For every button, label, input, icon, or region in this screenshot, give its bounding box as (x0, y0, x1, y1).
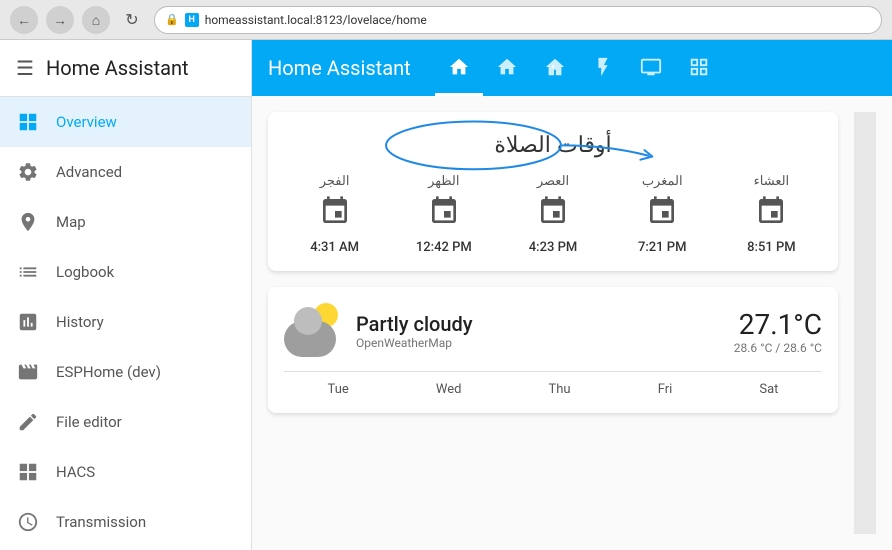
prayer-icon-fajr (319, 195, 351, 234)
map-icon (16, 211, 40, 233)
home-button[interactable]: ⌂ (82, 6, 110, 34)
top-bar-title: Home Assistant (268, 56, 411, 80)
address-bar[interactable]: 🔒 homeassistant.local:8123/lovelace/home (154, 6, 882, 34)
weather-day-tue: Tue (328, 382, 349, 397)
prayer-title: أوقات الصلاة (494, 132, 611, 157)
back-button[interactable]: ← (10, 6, 38, 34)
weather-condition: Partly cloudy (356, 312, 718, 336)
prayer-maghrib: المغرب 7:21 PM (612, 174, 713, 255)
sidebar-item-advanced[interactable]: Advanced (0, 147, 251, 197)
sidebar-title: Home Assistant (46, 56, 189, 80)
weather-day-sat: Sat (759, 382, 778, 397)
weather-icon-container (284, 303, 340, 359)
weather-temp-container: 27.1°C 28.6 °C / 28.6 °C (734, 308, 822, 355)
top-bar: Home Assistant (252, 40, 892, 96)
weather-card: Partly cloudy OpenWeatherMap 27.1°C 28.6… (268, 287, 838, 413)
weather-day-wed: Wed (436, 382, 462, 397)
advanced-icon (16, 161, 40, 183)
sidebar-nav: Overview Advanced Map Logb (0, 97, 251, 550)
sidebar-item-label-esphome: ESPHome (dev) (56, 363, 161, 381)
prayer-times-grid: الفجر 4:31 AM الظهر 12:42 (284, 174, 822, 255)
cards-column: أوقات الصلاة الفجر 4:31 AM (268, 112, 838, 534)
tab-home[interactable] (435, 40, 483, 96)
overview-icon (16, 111, 40, 133)
weather-day-thu: Thu (549, 382, 571, 397)
forward-button[interactable]: → (46, 6, 74, 34)
sidebar-item-overview[interactable]: Overview (0, 97, 251, 147)
logbook-icon (16, 261, 40, 283)
sidebar-item-label-file-editor: File editor (56, 413, 122, 431)
tab-icons (435, 40, 723, 96)
browser-chrome: ← → ⌂ ↻ 🔒 homeassistant.local:8123/lovel… (0, 0, 892, 40)
cloud-shape (284, 321, 336, 357)
history-icon (16, 311, 40, 333)
lock-icon: 🔒 (165, 13, 179, 26)
prayer-icon-dhuhr (428, 195, 460, 234)
weather-range: 28.6 °C / 28.6 °C (734, 341, 822, 355)
favicon (185, 13, 199, 27)
prayer-dhuhr: الظهر 12:42 PM (393, 174, 494, 255)
weather-days: Tue Wed Thu Fri Sat (284, 371, 822, 397)
prayer-time-maghrib: 7:21 PM (638, 240, 687, 255)
prayer-name-fajr: الفجر (320, 174, 350, 189)
prayer-icon-maghrib (646, 195, 678, 234)
sidebar-item-label-transmission: Transmission (56, 513, 146, 531)
sidebar-item-label-overview: Overview (56, 113, 117, 131)
prayer-fajr: الفجر 4:31 AM (284, 174, 385, 255)
right-panel-label: Fro (854, 122, 876, 145)
weather-main: Partly cloudy OpenWeatherMap 27.1°C 28.6… (284, 303, 822, 359)
tab-kitchen[interactable] (579, 40, 627, 96)
sidebar-item-hacs[interactable]: HACS (0, 447, 251, 497)
prayer-icon-asr (537, 195, 569, 234)
right-panel: Fro (854, 112, 876, 534)
sidebar-item-label-map: Map (56, 213, 86, 231)
prayer-isha: العشاء 8:51 PM (721, 174, 822, 255)
prayer-name-dhuhr: الظهر (428, 174, 459, 189)
weather-temperature: 27.1°C (734, 308, 822, 341)
sidebar-item-label-hacs: HACS (56, 463, 95, 481)
hamburger-icon[interactable]: ☰ (16, 56, 34, 80)
prayer-title-row: أوقات الصلاة (284, 132, 822, 158)
sidebar-header: ☰ Home Assistant (0, 40, 251, 97)
prayer-name-asr: العصر (537, 174, 569, 189)
sidebar-item-label-history: History (56, 313, 104, 331)
reload-button[interactable]: ↻ (118, 6, 146, 34)
hacs-icon (16, 461, 40, 483)
sidebar-item-esphome[interactable]: ESPHome (dev) (0, 347, 251, 397)
sidebar-item-label-logbook: Logbook (56, 263, 114, 281)
prayer-card: أوقات الصلاة الفجر 4:31 AM (268, 112, 838, 271)
esphome-icon (16, 361, 40, 383)
prayer-time-isha: 8:51 PM (747, 240, 796, 255)
sidebar-item-logbook[interactable]: Logbook (0, 247, 251, 297)
prayer-time-dhuhr: 12:42 PM (416, 240, 472, 255)
weather-source: OpenWeatherMap (356, 336, 718, 350)
sidebar-item-map[interactable]: Map (0, 197, 251, 247)
tab-grid[interactable] (675, 40, 723, 96)
tab-house[interactable] (531, 40, 579, 96)
prayer-name-maghrib: المغرب (642, 174, 683, 189)
prayer-asr: العصر 4:23 PM (502, 174, 603, 255)
prayer-name-isha: العشاء (754, 174, 790, 189)
sidebar-item-transmission[interactable]: Transmission (0, 497, 251, 547)
weather-info: Partly cloudy OpenWeatherMap (356, 312, 718, 350)
sidebar-item-label-advanced: Advanced (56, 163, 122, 181)
url-text: homeassistant.local:8123/lovelace/home (205, 13, 427, 27)
prayer-time-asr: 4:23 PM (529, 240, 578, 255)
weather-day-fri: Fri (658, 382, 673, 397)
sidebar: ☰ Home Assistant Overview Advanced (0, 40, 252, 550)
file-editor-icon (16, 411, 40, 433)
tab-monitor[interactable] (627, 40, 675, 96)
tab-person[interactable] (483, 40, 531, 96)
sidebar-item-file-editor[interactable]: File editor (0, 397, 251, 447)
prayer-icon-isha (755, 195, 787, 234)
prayer-time-fajr: 4:31 AM (310, 240, 359, 255)
transmission-icon (16, 511, 40, 533)
app-layout: ☰ Home Assistant Overview Advanced (0, 40, 892, 550)
content-area: أوقات الصلاة الفجر 4:31 AM (252, 96, 892, 550)
main-content: Home Assistant (252, 40, 892, 550)
sidebar-item-history[interactable]: History (0, 297, 251, 347)
